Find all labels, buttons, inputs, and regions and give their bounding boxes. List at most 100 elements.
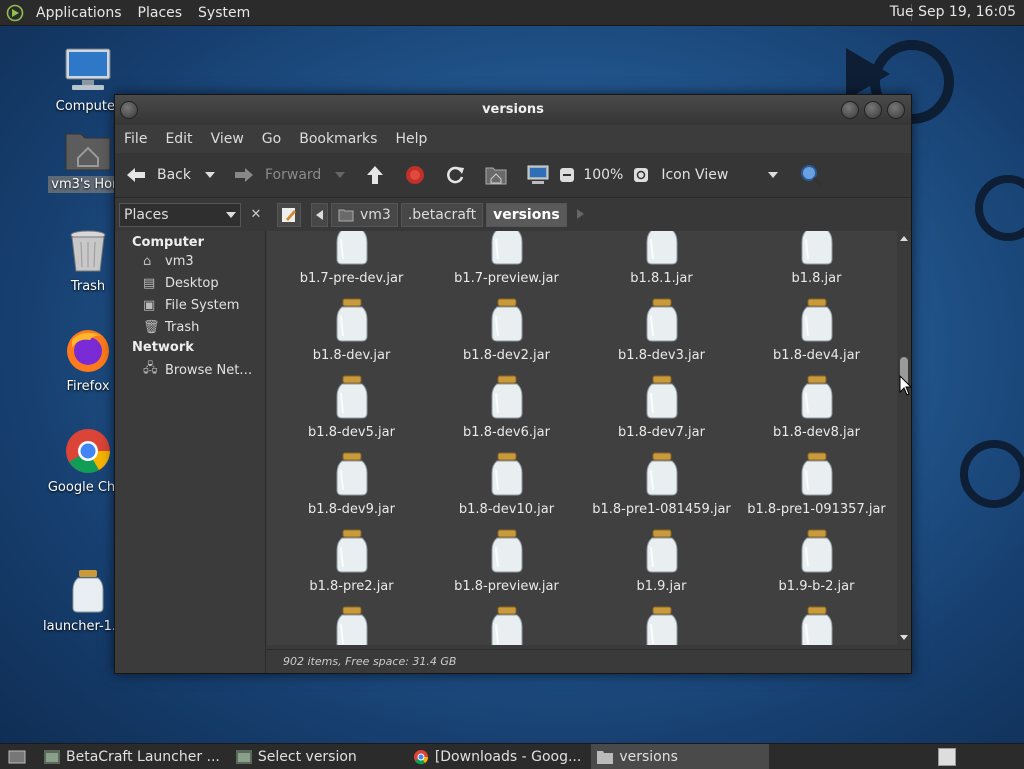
taskbar-item-betacraft[interactable]: BetaCraft Launcher ...: [38, 744, 226, 769]
file-item[interactable]: b1.7-pre-dev.jar: [274, 231, 429, 286]
menu-edit[interactable]: Edit: [156, 131, 201, 147]
file-item[interactable]: b1.8.1.jar: [584, 231, 739, 286]
file-item[interactable]: b1.8-dev2.jar: [429, 298, 584, 363]
file-item[interactable]: b1.8-dev9.jar: [274, 452, 429, 517]
menu-bookmarks[interactable]: Bookmarks: [290, 131, 386, 147]
file-item[interactable]: b1.8-dev6.jar: [429, 375, 584, 440]
file-item[interactable]: b1.8-dev3.jar: [584, 298, 739, 363]
home-icon: ⌂: [143, 254, 152, 269]
file-icon-view[interactable]: b1.7-pre-dev.jar b1.7-preview.jar b1.8.1.j…: [267, 231, 897, 645]
home-folder-icon: [65, 133, 111, 171]
file-name: b1.8-dev3.jar: [618, 348, 705, 363]
window-title: versions: [482, 102, 544, 117]
file-item[interactable]: b1.8-dev.jar: [274, 298, 429, 363]
file-name: b1.8-dev6.jar: [463, 425, 550, 440]
file-item[interactable]: b1.8.jar: [739, 231, 894, 286]
sidebar-type-select[interactable]: Places: [119, 203, 241, 227]
zoom-level: 100%: [583, 167, 624, 183]
maximize-button[interactable]: [864, 101, 882, 119]
breadcrumb-scroll-right[interactable]: [576, 208, 584, 223]
mouse-cursor-icon: [899, 375, 913, 396]
minimize-button[interactable]: [841, 101, 859, 119]
file-item[interactable]: b1.8-pre2.jar: [274, 529, 429, 594]
file-item[interactable]: [274, 606, 429, 645]
vertical-scrollbar[interactable]: [897, 231, 911, 645]
show-desktop-button[interactable]: [0, 744, 34, 769]
breadcrumb-vm3[interactable]: vm3: [331, 203, 398, 227]
file-item[interactable]: b1.9.jar: [584, 529, 739, 594]
applications-menu[interactable]: Applications: [28, 5, 130, 21]
clock[interactable]: Tue Sep 19, 16:05: [890, 4, 1016, 20]
places-menu[interactable]: Places: [130, 5, 191, 21]
window-titlebar[interactable]: versions: [115, 95, 911, 125]
home-button[interactable]: [485, 165, 507, 185]
jar-file-icon: [646, 231, 677, 265]
jar-file-icon: [336, 529, 367, 573]
taskbar-item-versions[interactable]: versions: [591, 744, 770, 769]
workspace-switcher[interactable]: [938, 748, 956, 766]
sidebar-item-browse-network[interactable]: 🖧 Browse Net…: [115, 355, 265, 384]
chevron-left-icon: [316, 210, 323, 220]
sidebar-item-trash[interactable]: 🗑 Trash: [115, 316, 265, 338]
file-name: b1.8-dev9.jar: [308, 502, 395, 517]
search-button[interactable]: [800, 164, 823, 186]
forward-arrow-icon: [235, 168, 253, 182]
jar-file-icon: [646, 298, 677, 342]
zoom-in-button[interactable]: [633, 167, 649, 183]
stop-button[interactable]: [405, 165, 425, 185]
up-button[interactable]: [365, 165, 385, 185]
taskbar-item-downloads-chrome[interactable]: [Downloads - Goog...: [407, 744, 588, 769]
file-item[interactable]: [429, 606, 584, 645]
sidebar-close-button[interactable]: ✕: [247, 205, 265, 225]
menu-view[interactable]: View: [202, 131, 253, 147]
system-menu[interactable]: System: [190, 5, 258, 21]
jar-file-icon: [491, 452, 522, 496]
scroll-up-arrow-icon[interactable]: [897, 233, 911, 243]
file-name: b1.8-preview.jar: [454, 579, 559, 594]
file-item[interactable]: b1.7-preview.jar: [429, 231, 584, 286]
file-item[interactable]: b1.8-pre1-091357.jar: [739, 452, 894, 517]
forward-button[interactable]: Forward: [233, 166, 321, 184]
file-item[interactable]: b1.8-dev4.jar: [739, 298, 894, 363]
menu-help[interactable]: Help: [386, 131, 436, 147]
file-item[interactable]: b1.9-b-2.jar: [739, 529, 894, 594]
file-item[interactable]: b1.8-preview.jar: [429, 529, 584, 594]
app-window-icon: [235, 749, 252, 764]
zoom-out-button[interactable]: [559, 167, 575, 183]
file-item[interactable]: [739, 606, 894, 645]
desktop-icon: ▤: [143, 276, 156, 291]
sidebar-item-file-system[interactable]: ▣ File System: [115, 294, 265, 316]
toggle-location-entry-button[interactable]: [277, 203, 301, 227]
file-item[interactable]: b1.8-pre1-081459.jar: [584, 452, 739, 517]
jar-file-icon: [491, 375, 522, 419]
file-item[interactable]: b1.8-dev5.jar: [274, 375, 429, 440]
menu-go[interactable]: Go: [253, 131, 290, 147]
view-mode-select[interactable]: Icon View: [661, 167, 779, 183]
menu-file[interactable]: File: [115, 131, 156, 147]
breadcrumb-betacraft[interactable]: .betacraft: [400, 203, 484, 227]
taskbar-item-select-version[interactable]: Select version: [230, 744, 363, 769]
computer-button[interactable]: [527, 165, 549, 185]
file-item[interactable]: b1.8-dev7.jar: [584, 375, 739, 440]
reload-button[interactable]: [445, 165, 465, 185]
breadcrumb-scroll-left[interactable]: [311, 203, 328, 227]
file-name: b1.8-pre1-091357.jar: [747, 502, 886, 517]
scroll-down-arrow-icon[interactable]: [897, 633, 911, 643]
jar-file-icon: [646, 529, 677, 573]
file-item[interactable]: [584, 606, 739, 645]
close-button[interactable]: [887, 101, 905, 119]
distro-logo-icon[interactable]: [6, 4, 24, 22]
sidebar-item-desktop[interactable]: ▤ Desktop: [115, 272, 265, 294]
file-item[interactable]: b1.8-dev10.jar: [429, 452, 584, 517]
forward-history-dropdown[interactable]: [335, 172, 346, 178]
network-icon: 🖧: [143, 361, 158, 376]
file-name: b1.8-dev8.jar: [773, 425, 860, 440]
window-menu-button[interactable]: [120, 101, 138, 119]
breadcrumb-versions[interactable]: versions: [486, 203, 567, 227]
file-item[interactable]: b1.8-dev8.jar: [739, 375, 894, 440]
back-history-dropdown[interactable]: [205, 172, 215, 178]
sidebar-item-vm3[interactable]: ⌂ vm3: [115, 250, 265, 272]
edit-icon: [282, 208, 296, 222]
back-button[interactable]: Back: [125, 166, 191, 184]
file-name: b1.8.1.jar: [630, 271, 693, 286]
